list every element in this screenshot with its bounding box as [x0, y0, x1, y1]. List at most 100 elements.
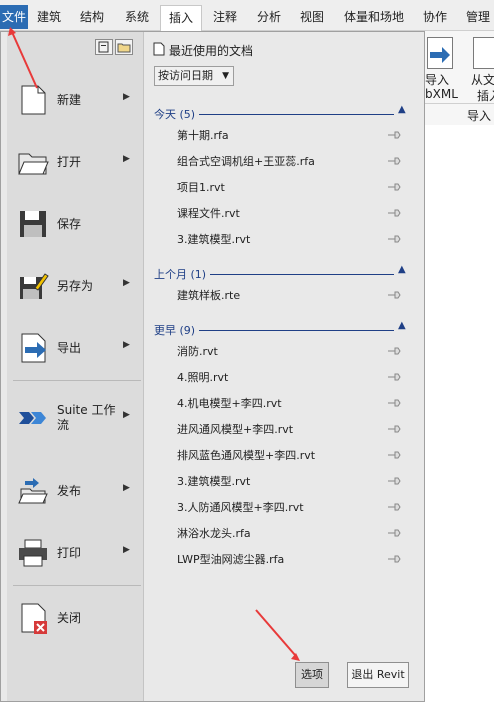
pin-icon[interactable] — [387, 553, 401, 563]
menu-item-publish[interactable]: 发布 ▶ — [7, 467, 143, 515]
import-gbxml-icon[interactable] — [427, 37, 453, 69]
list-item[interactable]: 第十期.rfa — [177, 124, 403, 146]
file-name: 3.建筑模型.rvt — [177, 475, 251, 488]
suite-label-line2: 流 — [57, 418, 70, 432]
file-name: 建筑样板.rte — [177, 289, 241, 302]
menu-item-export-label: 导出 — [57, 341, 82, 355]
list-item[interactable]: 进风通风模型+李四.rvt — [177, 418, 403, 440]
tab-analyze[interactable]: 分析 — [257, 5, 281, 29]
chevron-right-icon: ▶ — [123, 545, 130, 555]
list-item[interactable]: 4.机电模型+李四.rvt — [177, 392, 403, 414]
tab-architecture[interactable]: 建筑 — [37, 5, 61, 29]
chevron-right-icon: ▶ — [123, 483, 130, 493]
menu-item-new[interactable]: 新建 ▶ — [7, 76, 143, 124]
chevron-right-icon: ▶ — [123, 278, 130, 288]
pin-icon[interactable] — [387, 371, 401, 381]
pin-icon[interactable] — [387, 449, 401, 459]
list-item[interactable]: 课程文件.rvt — [177, 202, 403, 224]
tab-structure[interactable]: 结构 — [80, 5, 104, 29]
pin-icon[interactable] — [387, 129, 401, 139]
recent-documents-panel: 最近使用的文档 按访问日期 ▼ 今天 (5) ▲ 第十期.rfa 组合式空调机组… — [149, 32, 421, 701]
menu-item-close[interactable]: 关闭 — [7, 594, 143, 642]
file-name: 3.人防通风模型+李四.rvt — [177, 501, 304, 514]
pin-icon[interactable] — [387, 397, 401, 407]
ribbon-tab-bar: 文件 建筑 结构 系统 插入 注释 分析 视图 体量和场地 协作 管理 — [0, 0, 494, 31]
pin-icon[interactable] — [387, 475, 401, 485]
list-item[interactable]: 消防.rvt — [177, 340, 403, 362]
export-icon — [17, 332, 49, 364]
menu-item-open[interactable]: 打开 ▶ — [7, 138, 143, 186]
group-header-today[interactable]: 今天 (5) ▲ — [154, 104, 414, 122]
file-name: 进风通风模型+李四.rvt — [177, 423, 294, 436]
tab-insert[interactable]: 插入 — [160, 5, 203, 31]
tab-view[interactable]: 视图 — [300, 5, 324, 29]
list-item[interactable]: 3.人防通风模型+李四.rvt — [177, 496, 403, 518]
options-button[interactable]: 选项 — [295, 662, 329, 688]
list-item[interactable]: 3.建筑模型.rvt — [177, 470, 403, 492]
menu-item-open-label: 打开 — [57, 155, 82, 169]
insert-from-file-icon[interactable] — [473, 37, 494, 69]
menu-item-suite-workflow[interactable]: Suite 工作流 ▶ — [7, 394, 143, 442]
list-item[interactable]: 项目1.rvt — [177, 176, 403, 198]
group-header-earlier[interactable]: 更早 (9) ▲ — [154, 320, 414, 338]
file-name: 课程文件.rvt — [177, 207, 240, 220]
list-item[interactable]: LWP型油网滤尘器.rfa — [177, 548, 403, 570]
collapse-caret-icon[interactable]: ▲ — [398, 264, 406, 275]
tab-systems[interactable]: 系统 — [125, 5, 149, 29]
new-document-icon — [17, 84, 49, 116]
list-item[interactable]: 淋浴水龙头.rfa — [177, 522, 403, 544]
import-gbxml-label-2: bXML — [425, 87, 458, 101]
collapse-caret-icon[interactable]: ▲ — [398, 104, 406, 115]
group-header-last-month[interactable]: 上个月 (1) ▲ — [154, 264, 414, 282]
list-item[interactable]: 4.照明.rvt — [177, 366, 403, 388]
import-gbxml-label-1: 导入 — [425, 73, 450, 87]
application-menu: 新建 ▶ 打开 ▶ 保存 另存为 ▶ 导出 ▶ Suite 工作 流 ▶ 发布 … — [0, 31, 425, 702]
menu-item-new-label: 新建 — [57, 93, 82, 107]
menu-item-close-label: 关闭 — [57, 611, 82, 625]
document-list-icon — [153, 42, 165, 56]
pin-icon[interactable] — [387, 527, 401, 537]
ribbon-group-label: 导入 — [467, 109, 492, 123]
pin-icon[interactable] — [387, 423, 401, 433]
menu-item-suite-label: Suite 工作流 — [57, 403, 115, 433]
tab-file[interactable]: 文件 — [0, 5, 28, 29]
list-item[interactable]: 排风蓝色通风模型+李四.rvt — [177, 444, 403, 466]
insert-from-file-label-1: 从文 — [471, 73, 494, 87]
menu-item-publish-label: 发布 — [57, 484, 82, 498]
file-name: 项目1.rvt — [177, 181, 225, 194]
menu-divider — [13, 585, 141, 586]
list-item[interactable]: 3.建筑模型.rvt — [177, 228, 403, 250]
menu-item-save-as[interactable]: 另存为 ▶ — [7, 262, 143, 310]
pin-icon[interactable] — [387, 501, 401, 511]
pin-icon[interactable] — [387, 233, 401, 243]
open-view-toggle-icon[interactable] — [115, 39, 133, 55]
menu-item-save[interactable]: 保存 — [7, 200, 143, 248]
file-name: 排风蓝色通风模型+李四.rvt — [177, 449, 316, 462]
chevron-right-icon: ▶ — [123, 340, 130, 350]
sort-dropdown[interactable]: 按访问日期 ▼ — [154, 66, 234, 86]
file-name: 3.建筑模型.rvt — [177, 233, 251, 246]
open-folder-icon — [17, 146, 49, 178]
pin-icon[interactable] — [387, 207, 401, 217]
tab-massing-site[interactable]: 体量和场地 — [344, 5, 404, 29]
tab-collaborate[interactable]: 协作 — [423, 5, 447, 29]
menu-item-save-label: 保存 — [57, 217, 82, 231]
menu-item-print[interactable]: 打印 ▶ — [7, 529, 143, 577]
tab-manage[interactable]: 管理 — [466, 5, 490, 29]
file-name: 4.机电模型+李四.rvt — [177, 397, 282, 410]
list-item[interactable]: 组合式空调机组+王亚蕊.rfa — [177, 150, 403, 172]
menu-item-export[interactable]: 导出 ▶ — [7, 324, 143, 372]
recent-view-toggle-icon[interactable] — [95, 39, 113, 55]
exit-revit-button[interactable]: 退出 Revit — [347, 662, 409, 688]
pin-icon[interactable] — [387, 289, 401, 299]
file-name: LWP型油网滤尘器.rfa — [177, 553, 285, 566]
group-title: 今天 (5) — [154, 106, 200, 122]
pin-icon[interactable] — [387, 181, 401, 191]
collapse-caret-icon[interactable]: ▲ — [398, 320, 406, 331]
ribbon-import-panel: 导入 bXML 从文 插入 导入 — [421, 31, 494, 126]
tab-annotate[interactable]: 注释 — [213, 5, 237, 29]
pin-icon[interactable] — [387, 345, 401, 355]
list-item[interactable]: 建筑样板.rte — [177, 284, 403, 306]
pin-icon[interactable] — [387, 155, 401, 165]
file-name: 4.照明.rvt — [177, 371, 229, 384]
